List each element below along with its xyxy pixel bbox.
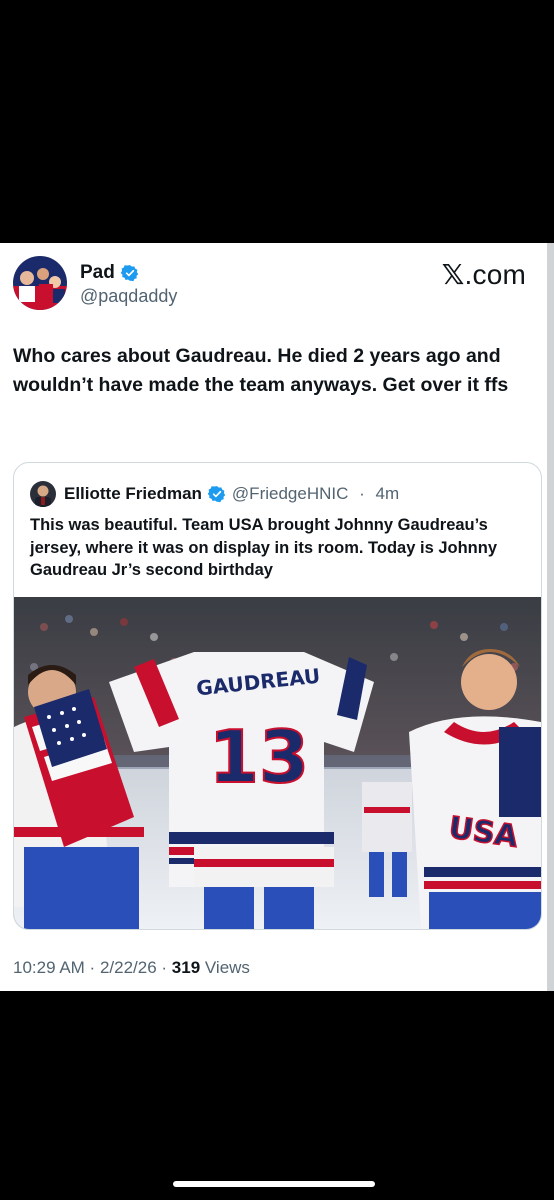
- post-text: Who cares about Gaudreau. He died 2 year…: [13, 345, 509, 396]
- meta-separator-1: ·: [84, 958, 100, 977]
- meta-separator-2: ·: [156, 958, 172, 977]
- quote-header: Elliotte Friedman @FriedgeHNIC · 4m: [30, 481, 399, 507]
- quote-author-handle[interactable]: @FriedgeHNIC: [232, 484, 348, 504]
- scroll-edge: [547, 243, 554, 991]
- hockey-celebration-photo: GAUDREAU 13 USA: [14, 597, 541, 929]
- author-display-name[interactable]: Pad: [80, 262, 115, 284]
- quote-verified-badge-icon: [207, 486, 226, 503]
- brand-domain: .com: [464, 259, 526, 290]
- x-brand-logo: 𝕏.com: [442, 258, 526, 291]
- quote-age: 4m: [375, 484, 400, 503]
- quote-photo[interactable]: GAUDREAU 13 USA: [14, 597, 541, 929]
- quote-separator: ·: [354, 484, 370, 503]
- quoted-tweet[interactable]: Elliotte Friedman @FriedgeHNIC · 4m This…: [13, 462, 542, 930]
- jersey-number: 13: [209, 715, 309, 799]
- quote-author-avatar[interactable]: [30, 481, 56, 507]
- quote-text: This was beautiful. Team USA brought Joh…: [30, 516, 498, 579]
- verified-badge-icon: [120, 265, 139, 282]
- author-name-row[interactable]: Pad: [80, 262, 139, 284]
- quote-author-name[interactable]: Elliotte Friedman: [64, 484, 202, 504]
- home-indicator[interactable]: [173, 1181, 375, 1187]
- post-date[interactable]: 2/22/26: [100, 958, 157, 977]
- views-count[interactable]: 319: [172, 958, 200, 977]
- post-metadata: 10:29 AM · 2/22/26 · 319 Views: [13, 958, 250, 978]
- author-avatar[interactable]: [13, 256, 67, 310]
- x-logo-icon: 𝕏: [441, 258, 465, 291]
- post-time[interactable]: 10:29 AM: [13, 958, 85, 977]
- author-handle[interactable]: @paqdaddy: [80, 286, 177, 307]
- views-label: Views: [200, 958, 250, 977]
